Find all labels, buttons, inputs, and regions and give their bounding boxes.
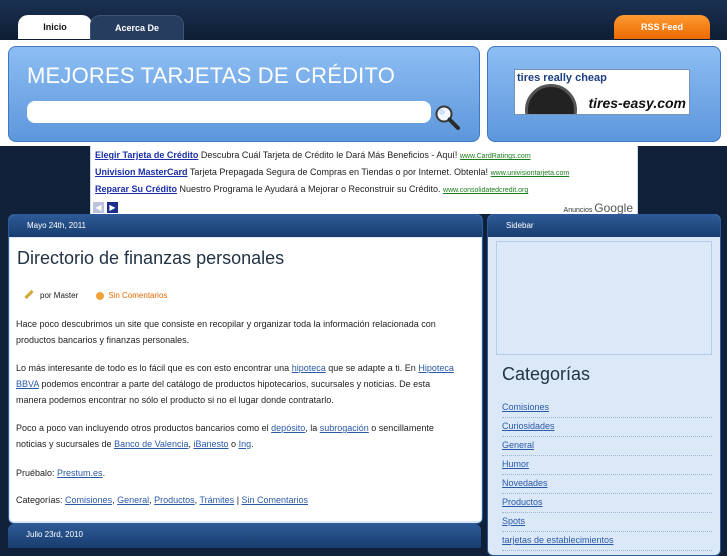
top-nav-bar: Inicio Acerca De RSS Feed: [0, 0, 727, 40]
link-hipoteca[interactable]: hipoteca: [292, 363, 326, 373]
google-logo: Google: [594, 201, 633, 215]
ad-text: Tarjeta Prepagada Segura de Compras en T…: [189, 167, 489, 177]
link-ibanesto[interactable]: iBanesto: [193, 439, 228, 449]
site-header: MEJORES TARJETAS DE CRÉDITO tires really…: [0, 40, 727, 146]
post-paragraph: Hace poco descubrimos un site que consis…: [16, 319, 436, 345]
post-paragraph: Lo más interesante de todo es lo fácil q…: [16, 360, 456, 408]
ad-next-arrow-icon[interactable]: ▶: [107, 202, 118, 213]
text-span: ,: [188, 439, 191, 449]
sidebar-widget-area: [496, 241, 712, 355]
category-link[interactable]: Comisiones: [65, 495, 112, 505]
search-input[interactable]: [27, 101, 431, 123]
categories-list: Comisiones Curiosidades General Humor No…: [502, 399, 712, 551]
tire-image: [525, 84, 577, 114]
category-link[interactable]: Trámites: [200, 495, 235, 505]
ads-by-label: Anuncios: [563, 207, 593, 214]
header-ad-box: tires really cheap tires-easy.com: [487, 46, 721, 142]
post-card: Mayo 24th, 2011 Directorio de finanzas p…: [8, 214, 483, 524]
text-span: , la: [305, 423, 318, 433]
link-deposito[interactable]: depósito: [271, 423, 305, 433]
list-item: General: [502, 437, 712, 456]
sidebar-category-link[interactable]: General: [502, 440, 534, 450]
sidebar-category-link[interactable]: Comisiones: [502, 402, 549, 412]
pencil-icon: [24, 290, 34, 300]
author-prefix: por: [40, 291, 52, 300]
tires-ad-brand: tires-easy.com: [588, 95, 686, 111]
rss-feed-button[interactable]: RSS Feed: [614, 15, 710, 39]
text-span: Poco a poco van incluyendo otros product…: [16, 423, 269, 433]
ad-row: Reparar Su Crédito Nuestro Programa le A…: [95, 184, 528, 194]
category-link[interactable]: General: [117, 495, 149, 505]
post-title[interactable]: Directorio de finanzas personales: [17, 248, 284, 269]
ad-text: Nuestro Programa le Ayudará a Mejorar o …: [179, 184, 441, 194]
list-item: Spots: [502, 513, 712, 532]
text-span: Pruébalo:: [16, 468, 55, 478]
text-span: .: [102, 468, 106, 478]
ad-prev-arrow-icon[interactable]: ◀: [93, 202, 104, 213]
text-span: podemos encontrar a parte del catálogo d…: [16, 379, 431, 405]
categories-title: Categorías: [502, 364, 591, 384]
site-title[interactable]: MEJORES TARJETAS DE CRÉDITO: [27, 63, 395, 89]
search-magnifier-icon[interactable]: [433, 103, 461, 131]
text-span: que se adapte a ti. En: [328, 363, 416, 373]
post-paragraph: Pruébalo: Prestum.es.: [16, 465, 456, 481]
sidebar-category-link[interactable]: Novedades: [502, 478, 548, 488]
list-item: Productos: [502, 494, 712, 513]
sidebar-category-link[interactable]: Humor: [502, 459, 529, 469]
ad-url[interactable]: www.consolidatedcredit.org: [443, 187, 528, 194]
post-body: Directorio de finanzas personales por Ma…: [10, 238, 481, 521]
ad-link[interactable]: Reparar Su Crédito: [95, 184, 177, 194]
comments-link[interactable]: Sin Comentarios: [242, 495, 309, 505]
sidebar: Sidebar Categorías Comisiones Curiosidad…: [487, 214, 721, 556]
ad-row: Univision MasterCard Tarjeta Prepagada S…: [95, 167, 569, 177]
post-author: Master: [53, 291, 79, 300]
ads-by-google[interactable]: Anuncios Google: [564, 201, 633, 215]
tab-inicio[interactable]: Inicio: [18, 15, 92, 39]
sidebar-category-link[interactable]: Curiosidades: [502, 421, 555, 431]
link-ing[interactable]: Ing: [239, 439, 252, 449]
tires-ad-headline: tires really cheap: [517, 72, 607, 84]
link-subrogacion[interactable]: subrogación: [320, 423, 369, 433]
text-span: .: [251, 439, 254, 449]
text-span: o: [231, 439, 237, 449]
list-item: tarjetas de establecimientos: [502, 532, 712, 551]
comments-link[interactable]: Sin Comentarios: [108, 291, 167, 300]
post-categories: Categorías: Comisiones, General, Product…: [16, 495, 309, 505]
tires-ad-banner[interactable]: tires really cheap tires-easy.com: [514, 69, 690, 115]
ad-link[interactable]: Elegir Tarjeta de Crédito: [95, 150, 198, 160]
ad-row: Elegir Tarjeta de Crédito Descubra Cuál …: [95, 150, 531, 160]
list-item: Humor: [502, 456, 712, 475]
sidebar-heading: Sidebar: [488, 215, 720, 237]
header-title-box: MEJORES TARJETAS DE CRÉDITO: [8, 46, 480, 142]
user-icon: [96, 291, 105, 300]
post-meta: por Master Sin Comentarios: [24, 290, 167, 300]
post-paragraph: Poco a poco van incluyendo otros product…: [16, 420, 456, 452]
sidebar-category-link[interactable]: tarjetas de establecimientos: [502, 535, 614, 545]
categories-label: Categorías:: [16, 495, 63, 505]
link-prestum[interactable]: Prestum.es: [57, 468, 103, 478]
list-item: Curiosidades: [502, 418, 712, 437]
ad-url[interactable]: www.CardRatings.com: [460, 153, 531, 160]
category-link[interactable]: Productos: [154, 495, 195, 505]
list-item: Comisiones: [502, 399, 712, 418]
post-date: Mayo 24th, 2011: [9, 215, 482, 237]
text-span: Lo más interesante de todo es lo fácil q…: [16, 363, 290, 373]
post-date: Julio 23rd, 2010: [8, 524, 481, 548]
tab-acerca-de[interactable]: Acerca De: [90, 15, 184, 40]
ad-text: Descubra Cuál Tarjeta de Crédito le Dará…: [200, 150, 458, 160]
sidebar-category-link[interactable]: Spots: [502, 516, 525, 526]
ad-url[interactable]: www.univisiontarjeta.com: [491, 170, 570, 177]
adsense-block: Elegir Tarjeta de Crédito Descubra Cuál …: [90, 146, 638, 215]
link-banco-valencia[interactable]: Banco de Valencia: [114, 439, 188, 449]
sidebar-category-link[interactable]: Productos: [502, 497, 543, 507]
ad-link[interactable]: Univision MasterCard: [95, 167, 188, 177]
list-item: Novedades: [502, 475, 712, 494]
